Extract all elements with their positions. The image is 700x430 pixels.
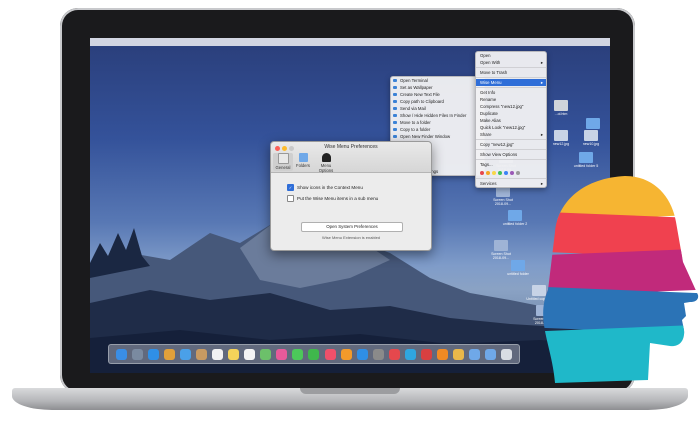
- logo-stripe: [543, 324, 699, 383]
- logo-stripe: [543, 176, 699, 222]
- wise-menu-logo: [543, 176, 699, 383]
